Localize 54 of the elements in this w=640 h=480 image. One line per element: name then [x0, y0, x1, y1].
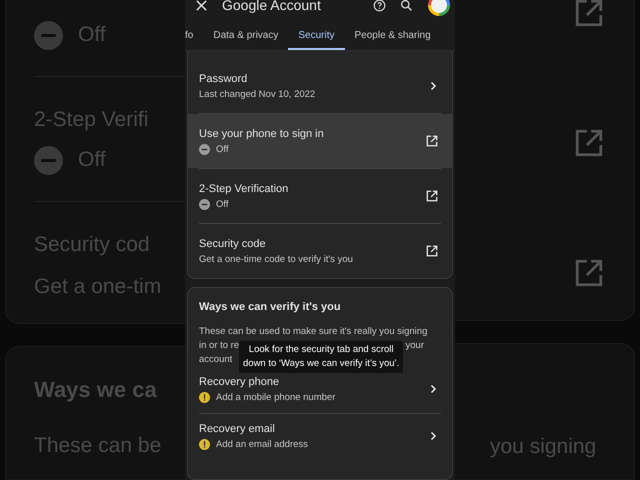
warning-text: Add a mobile phone number [216, 392, 336, 402]
setting-description: Get a one-tim [34, 274, 162, 300]
setting-description: These can be [34, 432, 162, 459]
status-text: Off [216, 144, 228, 154]
section-heading: Ways we can verify it's you [198, 300, 342, 315]
section-description: your [406, 339, 424, 353]
setting-title: 2-Step Verifi [34, 107, 150, 133]
status-text: Off [216, 198, 228, 210]
external-link-icon [574, 128, 604, 158]
external-link-icon [574, 0, 604, 28]
setting-title: Security cod [34, 232, 151, 258]
status-text: Off [78, 22, 106, 48]
section-description: in or to re [198, 339, 240, 353]
warning-icon [199, 392, 210, 402]
external-link-icon [426, 245, 438, 257]
external-link-icon [574, 258, 604, 288]
chevron-right-icon [428, 384, 438, 394]
setting-row[interactable]: Security code Get a one-time code to verify it's you [188, 224, 452, 278]
minus-circle-icon [199, 198, 210, 210]
setting-title: Recovery email [199, 422, 276, 434]
external-link-icon [426, 135, 438, 147]
setting-row[interactable]: Recovery email Add an email address [188, 414, 452, 460]
setting-title: Use your phone to sign in [199, 128, 325, 140]
setting-row[interactable]: 2-Step Verification Off [188, 169, 452, 223]
setting-row[interactable]: Use your phone to sign in Off [188, 114, 452, 168]
minus-circle-icon [199, 144, 210, 154]
warning-icon [199, 438, 210, 450]
warning-text: Add an email address [216, 438, 308, 450]
chevron-right-icon [428, 81, 438, 91]
section-description: account [198, 353, 234, 367]
help-icon[interactable] [373, 0, 386, 12]
external-link-icon [426, 190, 438, 202]
setting-title: 2-Step Verification [199, 182, 290, 194]
section-heading: Ways we ca [34, 376, 158, 404]
tab[interactable]: fo [185, 28, 204, 50]
setting-row[interactable]: Password Last changed Nov 10, 2022 [188, 59, 452, 113]
minus-circle-icon [34, 146, 63, 174]
setting-title: Password [199, 72, 248, 84]
setting-description: Get a one-time code to verify it's you [199, 254, 354, 264]
chevron-right-icon [428, 431, 438, 441]
minus-circle-icon [34, 20, 63, 50]
setting-title: Recovery phone [199, 376, 280, 388]
setting-title: Security code [199, 238, 267, 250]
close-icon[interactable] [195, 0, 208, 12]
app-title: Google Account [222, 0, 321, 13]
setting-description: Last changed Nov 10, 2022 [199, 88, 316, 100]
tab[interactable]: Data & privacy [203, 28, 288, 50]
avatar-icon[interactable] [427, 0, 451, 17]
search-icon[interactable] [400, 0, 413, 12]
section-description: These can be used to make sure it's really you signing [198, 325, 428, 339]
status-text: Off [78, 147, 106, 173]
section-description: you signing [490, 434, 598, 460]
caption-text: Look for the security tab and scroll [248, 343, 394, 357]
tab[interactable]: People & sharing [344, 28, 441, 50]
